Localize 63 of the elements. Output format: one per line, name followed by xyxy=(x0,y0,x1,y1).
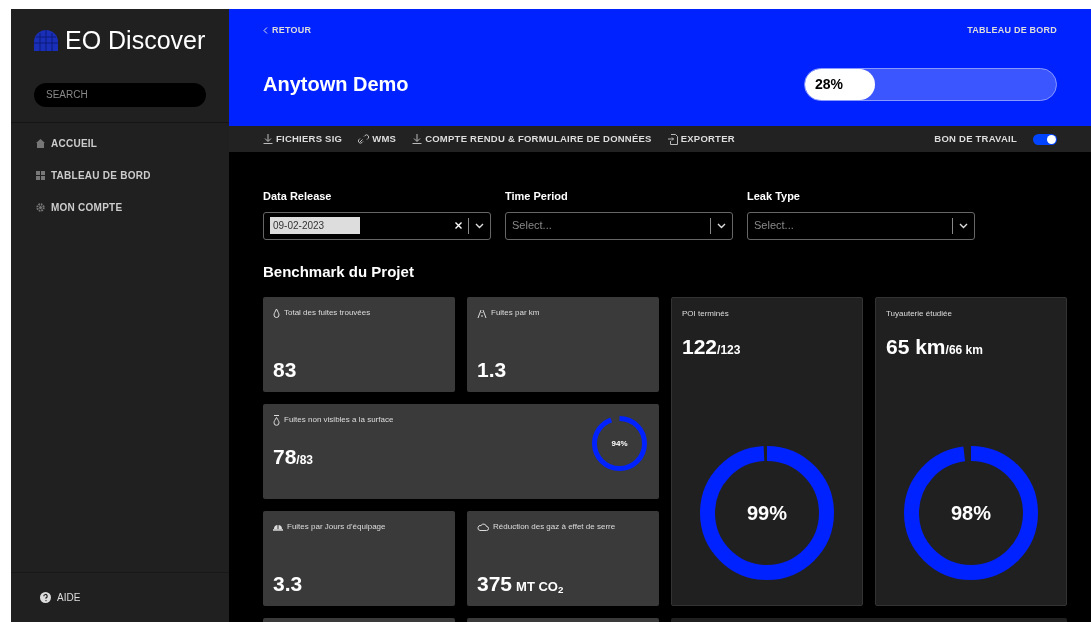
globe-logo-icon xyxy=(33,29,59,51)
field-label: Leak Type xyxy=(747,189,801,204)
chevron-left-icon xyxy=(263,27,268,35)
helmet-icon xyxy=(273,522,283,532)
project-title: Anytown Demo xyxy=(263,72,409,97)
card-label: Fuites par km xyxy=(491,307,540,319)
field-label: Data Release xyxy=(263,189,333,204)
field-label: Time Period xyxy=(505,189,569,204)
chevron-down-icon xyxy=(959,222,968,229)
toolbar-link[interactable]: FICHIERS SIG xyxy=(263,131,343,147)
download-icon xyxy=(412,134,423,144)
percentage-label: 94% xyxy=(611,437,628,450)
card-label: Réduction des gaz à effet de serre xyxy=(493,521,616,533)
nav-item[interactable]: MON COMPTE xyxy=(36,199,204,215)
chevron-down-icon xyxy=(475,222,484,229)
select-placeholder: Select... xyxy=(754,218,794,234)
toolbar-link[interactable]: EXPORTER xyxy=(667,131,735,147)
selected-value-chip: 09-02-2023 xyxy=(270,217,360,234)
nav-item[interactable]: TABLEAU DE BORD xyxy=(36,167,204,183)
metric-value: 83 xyxy=(273,359,298,380)
section-title: Benchmark du Projet xyxy=(263,261,415,282)
nav-item[interactable]: ACCUEIL xyxy=(36,135,204,151)
clear-icon xyxy=(455,222,462,229)
breadcrumb-link[interactable]: TABLEAU DE BORD xyxy=(967,24,1057,38)
progress-ring xyxy=(592,416,647,471)
cloud-icon xyxy=(477,523,489,531)
metric-value: 3.3 xyxy=(273,573,304,594)
drop-icon xyxy=(273,308,280,318)
link-icon xyxy=(358,134,370,144)
card-label: POI terminés xyxy=(682,308,729,320)
percentage-label: 98% xyxy=(951,501,991,526)
progress-fill: 28% xyxy=(805,68,876,100)
export-icon xyxy=(667,133,678,145)
toggle-label: BON DE TRAVAIL xyxy=(934,131,1017,146)
download-icon xyxy=(263,134,273,144)
home-icon xyxy=(36,138,45,148)
select-field[interactable]: Select... xyxy=(505,211,733,240)
metric-value: 122/123 xyxy=(682,336,742,357)
percentage-label: 99% xyxy=(747,501,787,526)
search-field[interactable]: SEARCH xyxy=(34,82,206,107)
select-placeholder: Select... xyxy=(512,218,552,234)
metric-value: 65 km/66 km xyxy=(886,336,984,357)
drop-icon xyxy=(273,414,280,426)
chevron-down-icon xyxy=(717,222,726,229)
help-link[interactable]: AIDE xyxy=(40,590,81,605)
help-icon xyxy=(40,592,51,603)
grid-icon xyxy=(36,170,45,180)
settings-icon xyxy=(36,202,45,212)
back-link[interactable]: RETOUR xyxy=(263,24,312,38)
card-label: Total des fuites trouvées xyxy=(284,307,371,319)
toolbar-link[interactable]: WMS xyxy=(358,131,397,147)
metric-value: 375 MT CO$_{2}$ xyxy=(477,573,565,594)
card-label: Fuites par Jours d'équipage xyxy=(287,521,386,533)
card-label: Fuites non visibles a la surface xyxy=(284,414,394,426)
select-field[interactable]: Select... xyxy=(747,211,975,240)
toolbar-link[interactable]: COMPTE RENDU & FORMULAIRE DE DONNÉES xyxy=(412,131,652,147)
card-label: Tuyauterie étudiée xyxy=(886,308,952,320)
road-icon xyxy=(477,308,487,318)
metric-value: 1.3 xyxy=(477,359,508,380)
select-field[interactable]: 09-02-2023 xyxy=(263,211,491,240)
metric-value: 78/83 xyxy=(273,446,315,467)
brand-name: EO Discover xyxy=(65,27,206,53)
toggle-switch[interactable] xyxy=(1033,133,1057,145)
